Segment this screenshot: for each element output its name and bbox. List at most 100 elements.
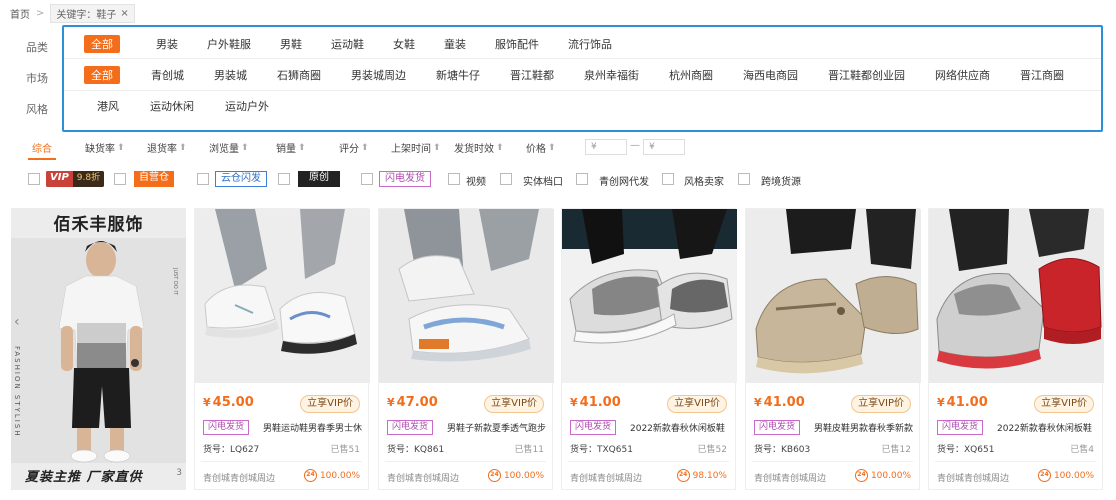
checkbox-cloud[interactable] (197, 173, 209, 185)
product-image (746, 209, 921, 383)
market-item[interactable]: 晋江鞋都 (510, 67, 554, 83)
ship-rate: 24 100.00% (1037, 469, 1094, 482)
market-item[interactable]: 男装城 (214, 67, 247, 83)
price-max-input[interactable]: ¥ (643, 139, 685, 155)
sort-ship-time[interactable]: 发货时效 ⬆ (454, 140, 504, 156)
ad-banner[interactable]: JUST DO IT 佰禾丰服饰 ‹ FASHION STYLISH 夏装主推 … (11, 208, 186, 490)
product-card[interactable]: ¥41.00 立享VIP价 闪电发货 2022新款春秋休闲板鞋 货号：TXQ65… (561, 208, 737, 490)
flash-ship-badge: 闪电发货 (387, 420, 434, 435)
checkbox-store[interactable] (500, 173, 512, 185)
sort-arrow-icon: ⬆ (548, 142, 556, 153)
product-title[interactable]: 男鞋皮鞋男款春秋季新款 (814, 421, 913, 434)
style-item[interactable]: 运动户外 (225, 98, 269, 114)
market-item[interactable]: 网络供应商 (935, 67, 990, 83)
price-min-input[interactable]: ¥ (585, 139, 627, 155)
sort-rating[interactable]: 评分 ⬆ (339, 140, 369, 156)
sort-return-rate[interactable]: 退货率 ⬆ (147, 140, 187, 156)
market-item[interactable]: 海西电商园 (743, 67, 798, 83)
market-item[interactable]: 青创城 (151, 67, 184, 83)
ship-rate-value: 98.10% (692, 470, 727, 481)
market-item[interactable]: 晋江鞋都创业园 (828, 67, 905, 83)
product-sold-count: 已售12 (881, 445, 911, 455)
product-title[interactable]: 2022新款春秋休闲板鞋 (630, 421, 729, 434)
sort-arrow-icon: ⬆ (298, 142, 306, 153)
market-item[interactable]: 新塘牛仔 (436, 67, 480, 83)
product-title[interactable]: 男鞋运动鞋男春季男士休 (263, 421, 362, 434)
market-item[interactable]: 晋江商圈 (1020, 67, 1064, 83)
self-operated-badge: 自营仓 (134, 171, 174, 187)
category-item[interactable]: 运动鞋 (331, 36, 364, 52)
market-item[interactable]: 杭州商圈 (669, 67, 713, 83)
sort-price[interactable]: 价格 ⬆ (526, 140, 556, 156)
style-item[interactable]: 港风 (97, 98, 119, 114)
category-item[interactable]: 户外鞋服 (207, 36, 251, 52)
product-card[interactable]: ¥45.00 立享VIP价 闪电发货 男鞋运动鞋男春季男士休 货号：LQ627 … (194, 208, 370, 490)
market-item[interactable]: 石狮商圈 (277, 67, 321, 83)
vip-price-button[interactable]: 立享VIP价 (1034, 395, 1094, 413)
checkbox-self-operated[interactable] (114, 173, 126, 185)
breadcrumb: 首页 > 关键字：鞋子 × (10, 3, 135, 23)
sort-comprehensive[interactable]: 综合 (28, 140, 56, 160)
category-item[interactable]: 男装 (156, 36, 178, 52)
product-sold-count: 已售52 (697, 445, 727, 455)
svg-text:JUST DO IT: JUST DO IT (172, 267, 178, 296)
product-card[interactable]: ¥41.00 立享VIP价 闪电发货 2022新款春秋休闲板鞋 货号：XQ651… (928, 208, 1104, 490)
checkbox-flash[interactable] (361, 173, 373, 185)
sort-listing-time[interactable]: 上架时间 ⬆ (391, 140, 441, 156)
filter-label-style: 风格 (26, 103, 48, 116)
sort-stockout-rate[interactable]: 缺货率 ⬆ (85, 140, 125, 156)
checkbox-style-seller[interactable] (662, 173, 674, 185)
vip-price-button[interactable]: 立享VIP价 (851, 395, 911, 413)
chevron-left-icon[interactable]: ‹ (14, 314, 20, 330)
product-title[interactable]: 2022新款春秋休闲板鞋 (997, 421, 1096, 434)
category-item[interactable]: 服饰配件 (495, 36, 539, 52)
sort-views[interactable]: 浏览量 ⬆ (209, 140, 249, 156)
filter-label-category: 品类 (26, 41, 48, 54)
market-item[interactable]: 泉州幸福街 (584, 67, 639, 83)
ship-rate: 24 100.00% (487, 469, 544, 482)
category-item[interactable]: 童装 (444, 36, 466, 52)
vip-price-button[interactable]: 立享VIP价 (667, 395, 727, 413)
product-card[interactable]: ¥41.00 立享VIP价 闪电发货 男鞋皮鞋男款春秋季新款 货号：KB603 … (745, 208, 921, 490)
sort-arrow-icon: ⬆ (241, 142, 249, 153)
product-image (379, 209, 554, 383)
category-item[interactable]: 女鞋 (393, 36, 415, 52)
checkbox-vip[interactable] (28, 173, 40, 185)
close-icon[interactable]: × (120, 8, 128, 19)
sort-label: 退货率 (147, 144, 177, 155)
product-code: 货号：XQ651 (937, 445, 995, 455)
ad-slogan: 夏装主推 厂家直供 (25, 470, 143, 485)
vip-label: VIP (46, 171, 73, 187)
product-card[interactable]: ¥47.00 立享VIP价 闪电发货 男鞋子新款夏季透气跑步 货号：KQ861 … (378, 208, 554, 490)
checkbox-video[interactable] (448, 173, 460, 185)
checkbox-original[interactable] (278, 173, 290, 185)
style-seller-label: 风格卖家 (684, 177, 724, 188)
filter-label-market: 市场 (26, 72, 48, 85)
market-all[interactable]: 全部 (84, 66, 120, 84)
category-item[interactable]: 男鞋 (280, 36, 302, 52)
category-item[interactable]: 流行饰品 (568, 36, 612, 52)
checkbox-cross-border[interactable] (738, 173, 750, 185)
vip-price-button[interactable]: 立享VIP价 (300, 395, 360, 413)
card-divider (201, 461, 362, 462)
market-item[interactable]: 男装城周边 (351, 67, 406, 83)
product-image (929, 209, 1104, 383)
style-item[interactable]: 运动休闲 (150, 98, 194, 114)
category-all[interactable]: 全部 (84, 35, 120, 53)
breadcrumb-separator: > (36, 7, 45, 19)
sort-sales[interactable]: 销量 ⬆ (276, 140, 306, 156)
checkbox-proxy[interactable] (576, 173, 588, 185)
product-market: 青创城青创城周边 (754, 474, 827, 484)
sort-label: 上架时间 (391, 144, 431, 155)
ship-rate: 24 100.00% (854, 469, 911, 482)
ship-rate-value: 100.00% (1053, 470, 1094, 481)
price-range-dash: — (630, 140, 640, 151)
vip-price-button[interactable]: 立享VIP价 (484, 395, 544, 413)
breadcrumb-home[interactable]: 首页 (10, 6, 30, 21)
product-code: 货号：LQ627 (203, 445, 260, 455)
vip-badge: VIP 9.8折 (46, 171, 105, 187)
product-title[interactable]: 男鞋子新款夏季透气跑步 (447, 421, 546, 434)
vip-discount: 9.8折 (72, 171, 105, 187)
sneaker-photo (195, 209, 370, 383)
card-divider (385, 461, 546, 462)
